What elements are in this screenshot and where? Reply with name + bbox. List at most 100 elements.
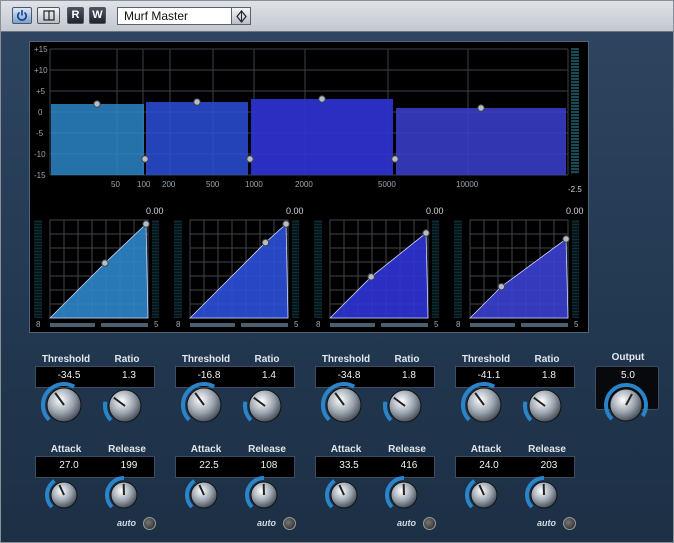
band-2-threshold-handle[interactable] xyxy=(261,238,270,247)
preset-menu-icon xyxy=(236,10,247,23)
release-label: Release xyxy=(248,444,286,455)
threshold-value: -34.8 xyxy=(337,370,361,381)
read-automation-button[interactable]: R xyxy=(67,7,84,24)
threshold-knob[interactable] xyxy=(41,382,87,428)
band-2-output-handle[interactable] xyxy=(282,220,290,228)
crossover-2-handle[interactable] xyxy=(246,155,254,163)
release-label: Release xyxy=(108,444,146,455)
release-knob[interactable] xyxy=(385,476,423,514)
ratio-label: Ratio xyxy=(394,354,420,365)
output-level-meter xyxy=(571,48,579,174)
attack-label: Attack xyxy=(50,444,82,455)
output-knob[interactable] xyxy=(603,382,649,428)
ratio-knob[interactable] xyxy=(103,384,147,428)
band-4-gain-readout: 0.00 xyxy=(566,206,584,216)
auto-release-button[interactable] xyxy=(423,517,436,530)
freq-scale-label: 2000 xyxy=(295,180,313,189)
band-1-output-handle[interactable] xyxy=(142,220,150,228)
freq-scale-label: 100 xyxy=(137,180,151,189)
bypass-button[interactable] xyxy=(37,7,60,24)
curve-scale-left: 8 xyxy=(176,320,181,329)
freq-scale-label: 500 xyxy=(206,180,220,189)
attack-value: 33.5 xyxy=(339,460,359,471)
band-2-controls: Threshold Ratio -16.8 1.4 Attack Release 22.5 1… xyxy=(171,348,308,530)
threshold-label: Threshold xyxy=(461,354,511,365)
threshold-value: -41.1 xyxy=(477,370,501,381)
attack-knob[interactable] xyxy=(465,476,503,514)
band-1-gain-handle[interactable] xyxy=(93,100,101,108)
gain-scale-label: +15 xyxy=(34,45,48,54)
band-4-threshold-handle[interactable] xyxy=(497,282,506,291)
band-2-region[interactable] xyxy=(146,102,248,175)
curve-scale-left: 8 xyxy=(456,320,461,329)
crossover-3-handle[interactable] xyxy=(391,155,399,163)
gain-scale-label: -5 xyxy=(36,129,44,138)
plugin-header: R W Murf Master xyxy=(1,1,673,32)
release-value: 199 xyxy=(120,460,138,471)
write-automation-button[interactable]: W xyxy=(89,7,106,24)
band-4-output-handle[interactable] xyxy=(562,235,570,243)
release-knob[interactable] xyxy=(245,476,283,514)
release-knob[interactable] xyxy=(105,476,143,514)
auto-release-label: auto xyxy=(397,518,416,528)
ratio-value: 1.3 xyxy=(122,370,136,381)
band-1-compression-curve[interactable] xyxy=(32,218,162,334)
attack-release-display: 27.0 199 xyxy=(35,456,155,478)
attack-knob[interactable] xyxy=(185,476,223,514)
band-3-region[interactable] xyxy=(251,99,393,175)
threshold-label: Threshold xyxy=(181,354,231,365)
ratio-knob[interactable] xyxy=(383,384,427,428)
band-4-compression-curve[interactable] xyxy=(452,218,582,334)
attack-knob[interactable] xyxy=(325,476,363,514)
auto-release-button[interactable] xyxy=(143,517,156,530)
ratio-label: Ratio xyxy=(534,354,560,365)
band-3-output-handle[interactable] xyxy=(422,229,430,237)
auto-release-label: auto xyxy=(117,518,136,528)
auto-release-button[interactable] xyxy=(563,517,576,530)
band-3-gain-readout: 0.00 xyxy=(426,206,444,216)
ratio-label: Ratio xyxy=(114,354,140,365)
band-2-gain-handle[interactable] xyxy=(193,98,201,106)
output-value: 5.0 xyxy=(621,370,635,381)
gain-scale-label: +10 xyxy=(34,66,48,75)
attack-label: Attack xyxy=(190,444,222,455)
gain-scale-label: -15 xyxy=(34,171,46,180)
band-1-region[interactable] xyxy=(51,104,144,175)
band-2-compression-curve[interactable] xyxy=(172,218,302,334)
gain-scale-label: 0 xyxy=(38,108,43,117)
attack-value: 24.0 xyxy=(479,460,499,471)
threshold-knob[interactable] xyxy=(181,382,227,428)
curve-scale-right: 5 xyxy=(294,320,299,329)
gain-scale-label: +5 xyxy=(36,87,46,96)
display-panel: +15 +10 +5 0 -5 -10 -15 50 100 200 500 1… xyxy=(29,41,589,333)
ratio-knob[interactable] xyxy=(523,384,567,428)
release-knob[interactable] xyxy=(525,476,563,514)
threshold-knob[interactable] xyxy=(321,382,367,428)
ratio-knob[interactable] xyxy=(243,384,287,428)
freq-scale-label: 1000 xyxy=(245,180,263,189)
power-icon xyxy=(17,10,27,21)
band-4-region[interactable] xyxy=(396,108,566,175)
attack-release-display: 33.5 416 xyxy=(315,456,435,478)
gain-scale-label: -10 xyxy=(34,150,46,159)
band-3-compression-curve[interactable] xyxy=(312,218,442,334)
auto-release-label: auto xyxy=(257,518,276,528)
release-value: 416 xyxy=(400,460,418,471)
power-button[interactable] xyxy=(12,7,32,24)
auto-release-button[interactable] xyxy=(283,517,296,530)
preset-menu-button[interactable] xyxy=(231,7,251,25)
attack-knob[interactable] xyxy=(45,476,83,514)
freq-scale-label: 5000 xyxy=(378,180,396,189)
crossover-1-handle[interactable] xyxy=(141,155,149,163)
band-1-threshold-handle[interactable] xyxy=(101,259,109,267)
band-3-gain-handle[interactable] xyxy=(318,95,326,103)
output-label: Output xyxy=(611,352,645,363)
ratio-label: Ratio xyxy=(254,354,280,365)
attack-release-display: 22.5 108 xyxy=(175,456,295,478)
threshold-knob[interactable] xyxy=(461,382,507,428)
band-4-gain-handle[interactable] xyxy=(477,104,485,112)
band-3-threshold-handle[interactable] xyxy=(367,273,375,281)
freq-scale-label: 50 xyxy=(111,180,120,189)
release-label: Release xyxy=(388,444,426,455)
threshold-label: Threshold xyxy=(41,354,91,365)
